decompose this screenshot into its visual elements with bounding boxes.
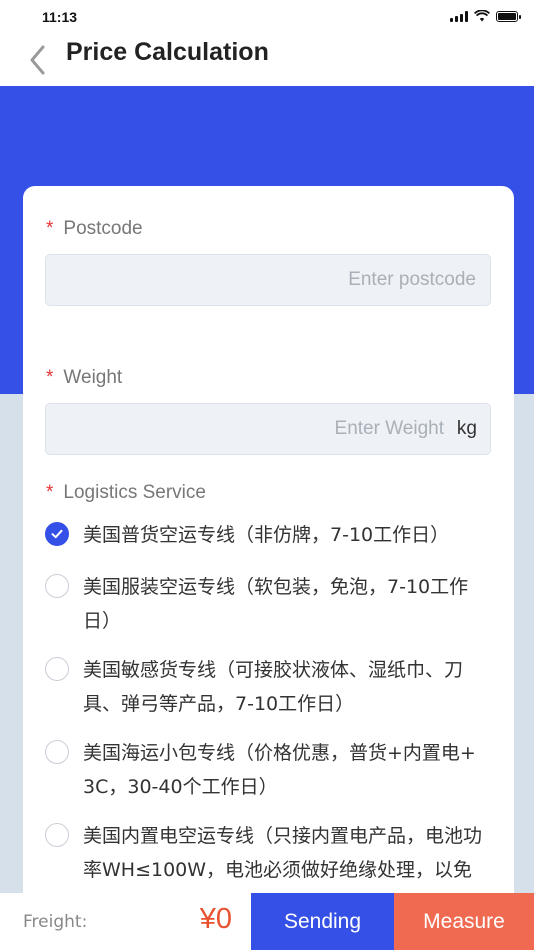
service-option[interactable]: 美国海运小包专线（价格优惠，普货+内置电+3C，30-40个工作日） [45, 736, 485, 804]
weight-label: * Weight [46, 367, 122, 389]
service-option-label: 美国海运小包专线（价格优惠，普货+内置电+3C，30-40个工作日） [83, 742, 476, 798]
weight-unit: kg [456, 418, 477, 439]
service-option-label: 美国敏感货专线（可接胶状液体、湿纸巾、刀具、弹弓等产品，7-10工作日） [83, 659, 464, 715]
weight-label-text: Weight [63, 367, 123, 388]
service-option-label: 美国普货空运专线（非仿牌，7-10工作日） [83, 524, 450, 546]
sending-button[interactable]: Sending [251, 893, 394, 950]
weight-input[interactable] [46, 404, 452, 454]
logistics-service-label: * Logistics Service [46, 482, 206, 504]
battery-icon [496, 10, 521, 22]
form-card: *Postcode *Weight kg *Logistics Service … [23, 186, 514, 950]
freight-value: ¥0 [199, 903, 232, 935]
freight-label: Freight: [23, 912, 88, 932]
bottom-bar: Freight: ¥0 Sending Measure [0, 893, 534, 950]
measure-button[interactable]: Measure [394, 893, 534, 950]
cellular-signal-icon [450, 10, 468, 22]
status-icons [450, 10, 521, 22]
postcode-label: * Postcode [46, 218, 143, 240]
postcode-input[interactable] [46, 255, 490, 305]
postcode-field [45, 254, 491, 306]
page-title: Price Calculation [66, 38, 269, 66]
postcode-label-text: Postcode [63, 218, 143, 239]
required-mark: * [46, 218, 54, 239]
radio-button[interactable] [45, 740, 69, 764]
radio-button[interactable] [45, 823, 69, 847]
required-mark: * [46, 482, 54, 503]
service-option[interactable]: 美国敏感货专线（可接胶状液体、湿纸巾、刀具、弹弓等产品，7-10工作日） [45, 653, 485, 721]
status-time: 11:13 [42, 9, 78, 25]
radio-button[interactable] [45, 574, 69, 598]
logistics-service-label-text: Logistics Service [63, 482, 206, 503]
radio-button[interactable] [45, 657, 69, 681]
nav-bar: Price Calculation [0, 34, 534, 86]
radio-button[interactable] [45, 522, 69, 546]
checkmark-icon [51, 529, 63, 539]
wifi-icon [474, 10, 490, 22]
back-chevron-icon[interactable] [24, 42, 52, 78]
required-mark: * [46, 367, 54, 388]
service-option-label: 美国服装空运专线（软包装，免泡，7-10工作日） [83, 576, 469, 632]
service-option[interactable]: 美国服装空运专线（软包装，免泡，7-10工作日） [45, 570, 485, 638]
status-bar: 11:13 [0, 0, 534, 34]
weight-field: kg [45, 403, 491, 455]
service-option[interactable]: 美国普货空运专线（非仿牌，7-10工作日） [45, 518, 485, 552]
